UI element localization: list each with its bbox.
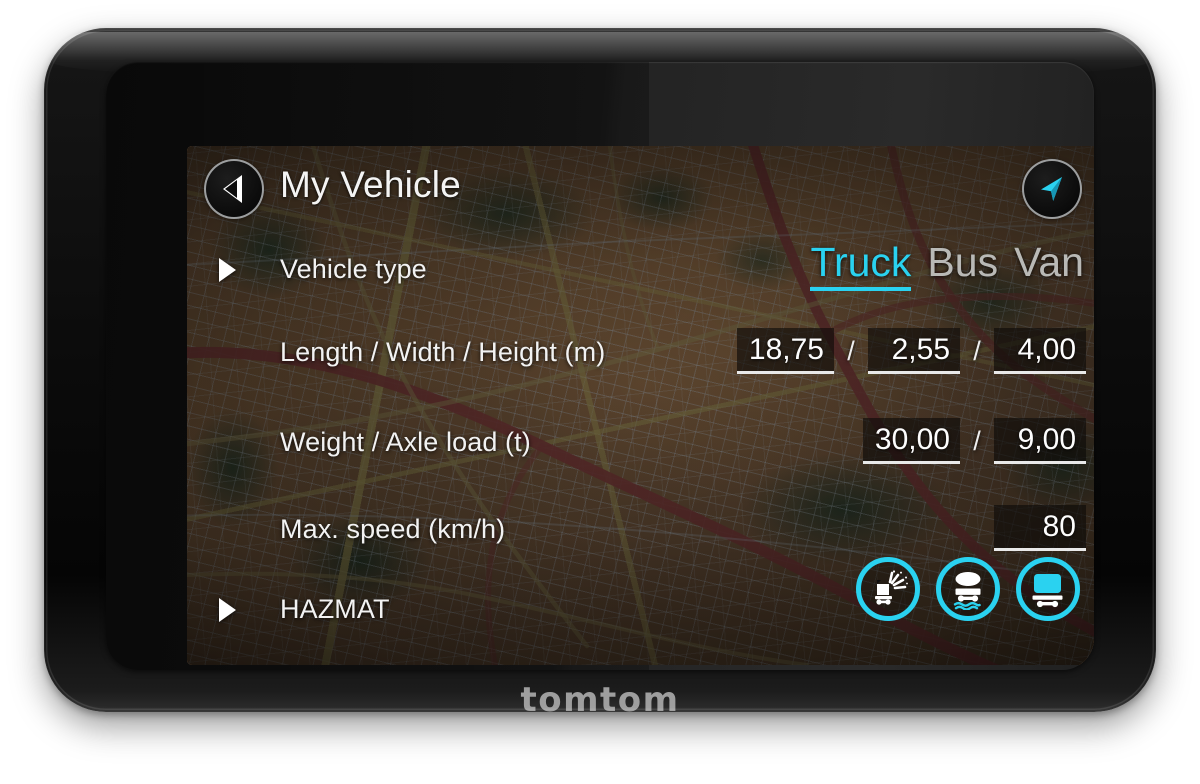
- general-hazmat-icon[interactable]: [1016, 557, 1080, 621]
- row-label-max-speed: Max. speed (km/h): [280, 514, 506, 544]
- length-field[interactable]: 18,75: [736, 328, 834, 374]
- vehicle-settings-ui: My Vehicle Vehicle type Truck Bus Van Le…: [187, 146, 1094, 665]
- row-label-dimensions: Length / Width / Height (m): [280, 337, 606, 367]
- vehicle-type-option-van[interactable]: Van: [1014, 242, 1084, 287]
- dimension-separator-2: /: [973, 335, 981, 366]
- row-max-speed: Max. speed (km/h): [187, 501, 1094, 557]
- weight-separator: /: [973, 425, 981, 456]
- vehicle-type-option-truck[interactable]: Truck: [810, 242, 912, 291]
- axle-load-field[interactable]: 9,00: [994, 418, 1086, 464]
- height-value: 4,00: [1017, 332, 1076, 366]
- navigation-view-button[interactable]: [1022, 159, 1082, 219]
- width-value: 2,55: [891, 332, 950, 366]
- dimension-fields: 18,75 / 2,55 / 4,00: [736, 328, 1086, 374]
- device-front-face: My Vehicle Vehicle type Truck Bus Van Le…: [106, 62, 1094, 670]
- max-speed-value: 80: [1042, 509, 1076, 543]
- water-polluting-icon[interactable]: [936, 557, 1000, 621]
- row-label-weights: Weight / Axle load (t): [280, 427, 531, 457]
- brand-wordmark: TomTom: [520, 680, 680, 720]
- max-speed-field[interactable]: 80: [994, 505, 1086, 551]
- weight-value: 30,00: [874, 422, 950, 456]
- weight-fields: 30,00 / 9,00: [829, 418, 1086, 464]
- axle-load-value: 9,00: [1017, 422, 1076, 456]
- page-title: My Vehicle: [280, 164, 461, 205]
- back-arrow-icon: [222, 175, 242, 203]
- vehicle-type-selector[interactable]: Truck Bus Van: [810, 242, 1084, 291]
- row-label-hazmat: HAZMAT: [280, 594, 390, 624]
- chevron-right-icon: [219, 598, 236, 622]
- height-field[interactable]: 4,00: [994, 328, 1086, 374]
- device-screen[interactable]: My Vehicle Vehicle type Truck Bus Van Le…: [187, 146, 1094, 665]
- row-label-vehicle-type: Vehicle type: [280, 254, 427, 284]
- vehicle-type-option-bus[interactable]: Bus: [927, 242, 998, 287]
- dimension-separator-1: /: [847, 335, 855, 366]
- navigation-arrow-icon: [1035, 172, 1069, 206]
- length-value: 18,75: [748, 332, 824, 366]
- brand-logo: TomTom: [44, 680, 1156, 720]
- max-speed-fields: 80: [994, 505, 1086, 551]
- width-field[interactable]: 2,55: [868, 328, 960, 374]
- weight-field[interactable]: 30,00: [862, 418, 960, 464]
- screenshot-stage: My Vehicle Vehicle type Truck Bus Van Le…: [0, 0, 1200, 784]
- explosive-goods-icon[interactable]: [856, 557, 920, 621]
- screen-header: My Vehicle: [187, 146, 1094, 232]
- back-button[interactable]: [204, 159, 264, 219]
- chevron-right-icon: [219, 258, 236, 282]
- gps-device-body: My Vehicle Vehicle type Truck Bus Van Le…: [44, 28, 1156, 720]
- hazmat-icon-group: [856, 557, 1080, 621]
